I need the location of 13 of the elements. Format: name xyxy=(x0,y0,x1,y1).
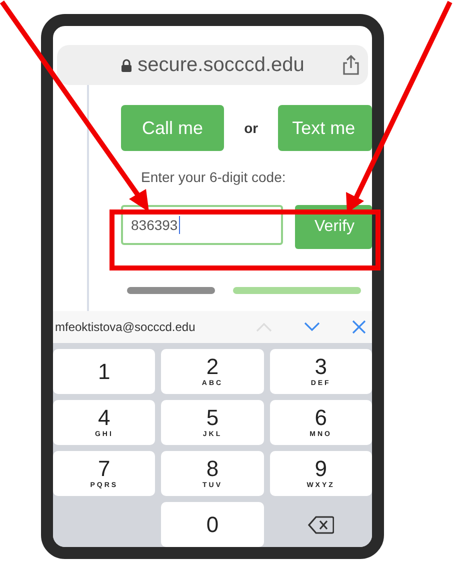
share-icon[interactable] xyxy=(342,55,360,75)
close-icon[interactable] xyxy=(352,320,366,334)
autofill-suggestion[interactable]: mfeoktistova@socccd.edu xyxy=(55,320,246,334)
url-text: secure.socccd.edu xyxy=(138,54,304,76)
lock-icon xyxy=(120,58,132,72)
code-field[interactable]: 836393 xyxy=(121,205,282,245)
keypad-key[interactable]: 1 xyxy=(53,349,156,394)
chevron-down-icon[interactable] xyxy=(304,322,320,332)
address-bar[interactable]: secure.socccd.edu xyxy=(57,45,368,85)
or-label: or xyxy=(244,120,258,136)
keypad-key[interactable]: 0 xyxy=(161,502,264,547)
instruction-text: Enter your 6-digit code: xyxy=(141,169,287,185)
backspace-icon xyxy=(308,516,334,534)
